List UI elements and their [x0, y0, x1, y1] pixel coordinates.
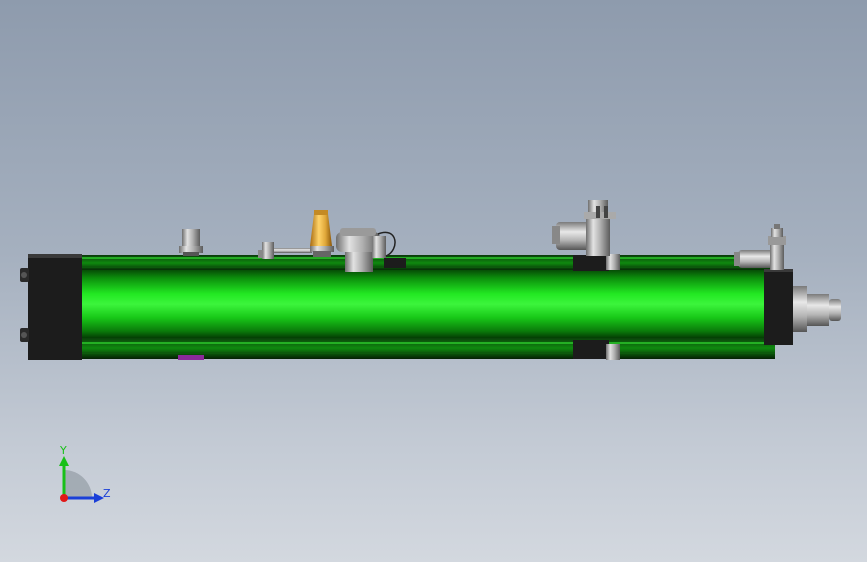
- top-tie-rod: [80, 255, 775, 271]
- triad-plane-quadrant: [64, 470, 92, 498]
- right-elbow-fitting: [734, 224, 786, 270]
- hex-fitting: [179, 229, 203, 256]
- y-axis-label: Y: [59, 444, 67, 457]
- y-axis-arrowhead: [59, 456, 69, 466]
- cylinder-barrel: [80, 270, 770, 338]
- orientation-triad: Y Z: [40, 436, 130, 516]
- elbow-valve-fitting: [552, 200, 616, 256]
- cylinder-assembly-model[interactable]: [0, 0, 867, 562]
- valve-cap-fitting: [336, 228, 406, 272]
- brass-nozzle-fitting: [310, 210, 334, 257]
- front-end-cap: [764, 269, 793, 345]
- z-axis-label: Z: [103, 487, 111, 500]
- x-axis-origin-dot: [60, 494, 68, 502]
- piston-rod-end: [793, 286, 841, 332]
- graphics-viewport[interactable]: Y Z: [0, 0, 867, 562]
- rear-end-cap: [20, 254, 82, 360]
- marker-tab: [178, 355, 204, 360]
